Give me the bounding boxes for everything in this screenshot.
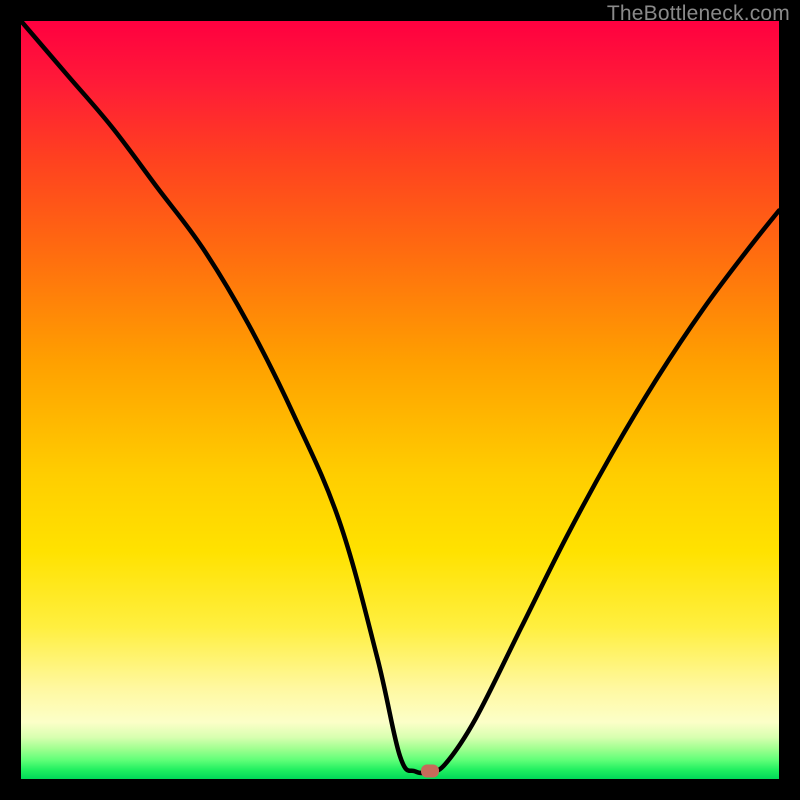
- chart-frame: TheBottleneck.com: [0, 0, 800, 800]
- watermark-text: TheBottleneck.com: [607, 2, 790, 26]
- plot-area: [21, 21, 779, 779]
- bottleneck-curve: [21, 21, 779, 779]
- optimal-point-marker: [421, 765, 439, 778]
